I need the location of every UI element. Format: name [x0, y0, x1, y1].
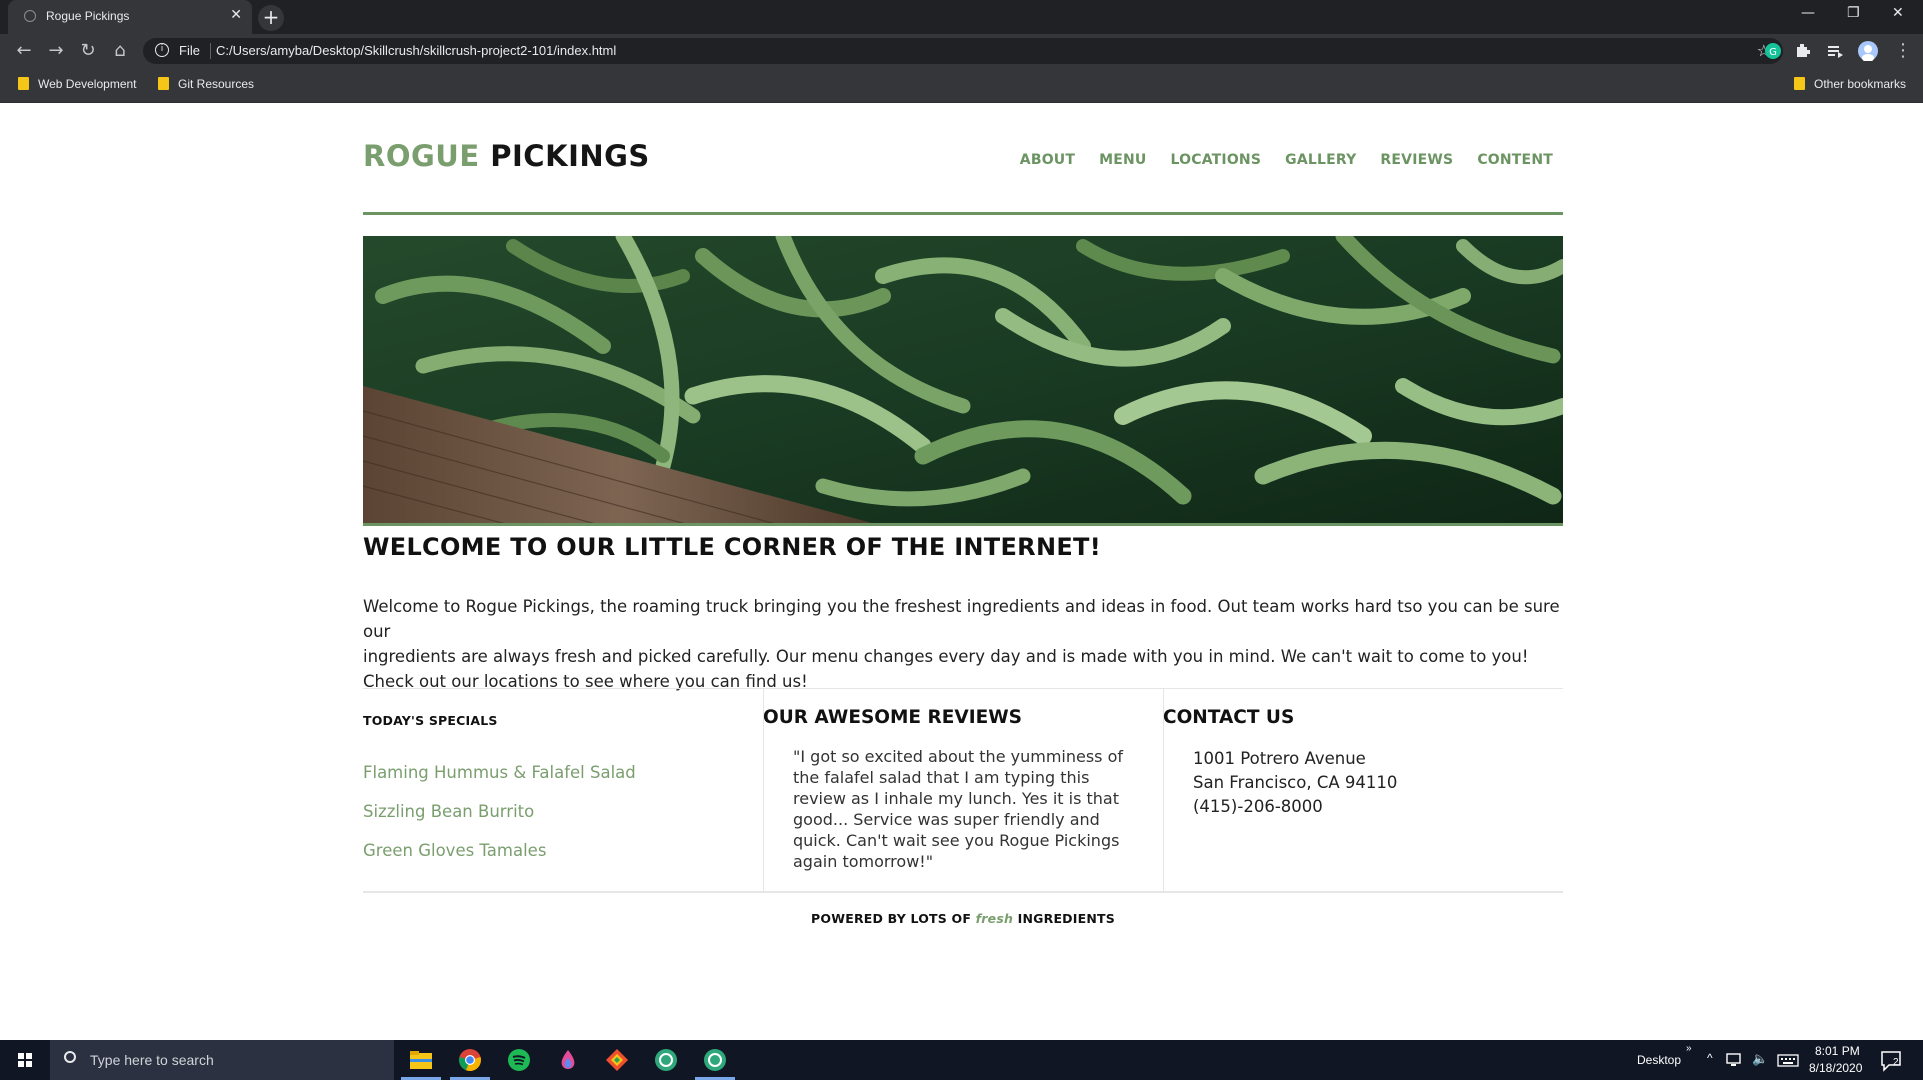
site-footer: POWERED BY LOTS OF fresh INGREDIENTS [811, 911, 1115, 926]
globe-icon [24, 10, 36, 22]
chevron-up-icon[interactable]: ^ [1707, 1051, 1713, 1065]
forward-icon[interactable]: → [45, 40, 67, 62]
spotify-icon[interactable] [507, 1048, 531, 1072]
scheme-label: File [179, 43, 200, 58]
search-icon [64, 1051, 76, 1063]
omnibox-separator [210, 43, 211, 59]
site-info-icon[interactable]: i [155, 43, 169, 57]
main-nav: ABOUT MENU LOCATIONS GALLERY REVIEWS CON… [1020, 152, 1553, 168]
windows-start-icon[interactable] [0, 1040, 50, 1080]
taskbar-search[interactable]: Type here to search [50, 1040, 394, 1080]
notifications-count: 2 [1893, 1057, 1899, 1068]
folder-icon [158, 77, 169, 90]
chrome-icon[interactable] [458, 1048, 482, 1072]
grammarly-extension-icon[interactable]: G [1765, 43, 1781, 59]
header-divider [363, 212, 1563, 215]
browser-tab[interactable]: Rogue Pickings ✕ [8, 0, 252, 34]
contact-address-line2: San Francisco, CA 94110 [1193, 773, 1398, 792]
app-icon[interactable] [654, 1048, 678, 1072]
new-tab-button[interactable]: + [258, 5, 284, 31]
extensions-puzzle-icon[interactable] [1795, 43, 1811, 59]
nav-locations[interactable]: LOCATIONS [1171, 152, 1262, 168]
special-item[interactable]: Flaming Hummus & Falafel Salad [363, 761, 636, 784]
nav-about[interactable]: ABOUT [1020, 152, 1075, 168]
home-icon[interactable]: ⌂ [109, 40, 131, 62]
clock-date[interactable]: 8/18/2020 [1809, 1061, 1862, 1075]
svg-text:G: G [1769, 47, 1777, 58]
browser-toolbar: ← → ↻ ⌂ i File C:/Users/amyba/Desktop/Sk… [0, 34, 1923, 68]
browser-menu-icon[interactable]: ⋮ [1892, 40, 1914, 62]
profile-avatar[interactable] [1858, 41, 1878, 61]
reload-icon[interactable]: ↻ [77, 40, 99, 62]
color-picker-icon[interactable] [556, 1048, 580, 1072]
window-close-icon[interactable]: ✕ [1892, 5, 1904, 21]
restore-icon[interactable]: ❐ [1847, 5, 1860, 21]
notifications-icon[interactable] [1880, 1050, 1904, 1072]
volume-icon[interactable]: 🔈 [1752, 1051, 1768, 1067]
intro-paragraph: Welcome to Rogue Pickings, the roaming t… [363, 597, 1560, 691]
taskbar-search-placeholder: Type here to search [90, 1052, 214, 1068]
bookmark-git-resources[interactable]: Git Resources [158, 77, 254, 91]
nav-gallery[interactable]: GALLERY [1285, 152, 1356, 168]
windows-taskbar: Type here to search Desktop » ^ 🔈 8:01 P… [0, 1040, 1923, 1080]
media-queue-icon[interactable] [1827, 43, 1843, 59]
reviews-title: OUR AWESOME REVIEWS [763, 707, 1022, 728]
url-text[interactable]: C:/Users/amyba/Desktop/Skillcrush/skillc… [216, 43, 616, 58]
special-item[interactable]: Green Gloves Tamales [363, 839, 636, 862]
site-logo[interactable]: ROGUE PICKINGS [363, 139, 650, 173]
back-icon[interactable]: ← [13, 40, 35, 62]
tab-title: Rogue Pickings [46, 9, 130, 23]
close-tab-icon[interactable]: ✕ [230, 7, 242, 23]
other-bookmarks[interactable]: Other bookmarks [1794, 77, 1906, 91]
contact-block: 1001 Potrero Avenue San Francisco, CA 94… [1193, 747, 1397, 819]
specials-list: Flaming Hummus & Falafel Salad Sizzling … [363, 761, 636, 878]
keyboard-icon[interactable] [1777, 1054, 1799, 1067]
hero-image [363, 236, 1563, 526]
footer-divider [363, 891, 1563, 893]
contact-address-line1: 1001 Potrero Avenue [1193, 749, 1366, 768]
file-explorer-icon[interactable] [409, 1048, 433, 1072]
contact-phone: (415)-206-8000 [1193, 797, 1323, 816]
contact-title: CONTACT US [1163, 707, 1295, 728]
nav-content[interactable]: CONTENT [1477, 152, 1553, 168]
network-icon[interactable] [1726, 1053, 1744, 1067]
review-quote: "I got so excited about the yumminess of… [793, 747, 1124, 871]
web-page: ROGUE PICKINGS ABOUT MENU LOCATIONS GALL… [0, 103, 1923, 1040]
address-bar[interactable]: i File C:/Users/amyba/Desktop/Skillcrush… [143, 38, 1783, 64]
bookmarks-bar: Web Development Git Resources Other book… [0, 68, 1923, 103]
footer-fresh: fresh [975, 911, 1014, 926]
nav-reviews[interactable]: REVIEWS [1380, 152, 1453, 168]
browser-tabstrip: Rogue Pickings ✕ + — ❐ ✕ [0, 0, 1923, 34]
section-divider [363, 688, 1563, 689]
app-icon[interactable] [703, 1048, 727, 1072]
bookmark-web-development[interactable]: Web Development [18, 77, 137, 91]
folder-icon [18, 77, 29, 90]
desktop-toolbar-label[interactable]: Desktop [1637, 1053, 1681, 1067]
folder-icon [1794, 77, 1805, 90]
clock-time[interactable]: 8:01 PM [1815, 1044, 1860, 1058]
chevron-double-icon[interactable]: » [1686, 1043, 1692, 1054]
git-kraken-icon[interactable] [605, 1048, 629, 1072]
welcome-heading: WELCOME TO OUR LITTLE CORNER OF THE INTE… [363, 533, 1101, 561]
minimize-icon[interactable]: — [1801, 5, 1815, 21]
special-item[interactable]: Sizzling Bean Burrito [363, 800, 636, 823]
nav-menu[interactable]: MENU [1099, 152, 1146, 168]
specials-title: TODAY'S SPECIALS [363, 713, 498, 728]
